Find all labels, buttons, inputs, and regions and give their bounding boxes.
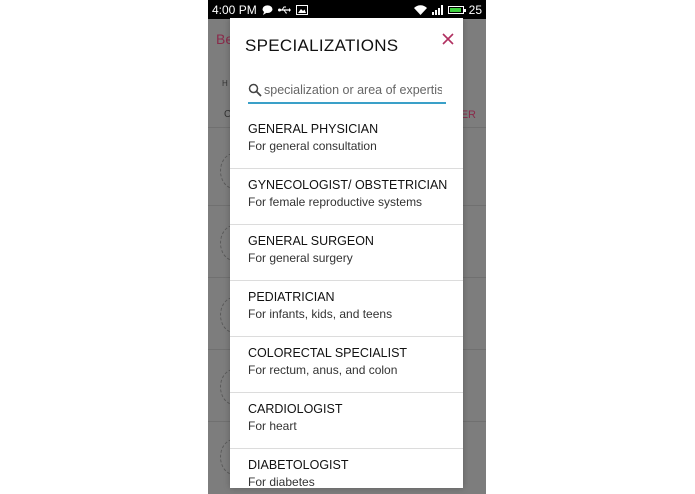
- image-icon: [295, 4, 308, 15]
- list-item[interactable]: COLORECTAL SPECIALIST For rectum, anus, …: [230, 337, 463, 393]
- list-item[interactable]: GENERAL SURGEON For general surgery: [230, 225, 463, 281]
- close-button[interactable]: [439, 30, 457, 48]
- list-item[interactable]: DIABETOLOGIST For diabetes: [230, 449, 463, 488]
- item-subtitle: For rectum, anus, and colon: [248, 363, 398, 377]
- background-right-text: ER: [460, 109, 476, 121]
- battery-icon: [447, 5, 466, 14]
- item-title: PEDIATRICIAN: [248, 290, 335, 304]
- close-icon: [442, 33, 454, 45]
- list-item[interactable]: GYNECOLOGIST/ OBSTETRICIAN For female re…: [230, 169, 463, 225]
- item-subtitle: For diabetes: [248, 475, 315, 488]
- usb-icon: [277, 5, 291, 15]
- status-time: 4:00 PM: [212, 2, 257, 17]
- specialization-list: GENERAL PHYSICIAN For general consultati…: [230, 113, 463, 488]
- wifi-icon: [413, 4, 427, 15]
- item-subtitle: For general surgery: [248, 251, 353, 265]
- item-subtitle: For infants, kids, and teens: [248, 307, 393, 321]
- status-bar: 4:00 PM 25: [208, 0, 486, 19]
- search-icon: [248, 83, 262, 97]
- dialog-title: SPECIALIZATIONS: [245, 36, 399, 55]
- item-title: GENERAL PHYSICIAN: [248, 122, 379, 136]
- item-title: COLORECTAL SPECIALIST: [248, 346, 408, 360]
- item-subtitle: For general consultation: [248, 139, 377, 153]
- signal-icon: [431, 4, 443, 15]
- search-input[interactable]: [264, 83, 442, 97]
- battery-level: 25: [468, 2, 482, 17]
- item-title: CARDIOLOGIST: [248, 402, 343, 416]
- item-subtitle: For female reproductive systems: [248, 195, 423, 209]
- list-item[interactable]: CARDIOLOGIST For heart: [230, 393, 463, 449]
- list-item[interactable]: PEDIATRICIAN For infants, kids, and teen…: [230, 281, 463, 337]
- item-title: GYNECOLOGIST/ OBSTETRICIAN: [248, 178, 448, 192]
- search-box: [248, 78, 446, 104]
- item-subtitle: For heart: [248, 419, 297, 433]
- chat-icon: [262, 4, 273, 15]
- specializations-dialog: SPECIALIZATIONS GENERAL PHYSICIAN For ge…: [230, 18, 463, 488]
- item-title: GENERAL SURGEON: [248, 234, 374, 248]
- list-item[interactable]: GENERAL PHYSICIAN For general consultati…: [230, 113, 463, 169]
- item-title: DIABETOLOGIST: [248, 458, 349, 472]
- background-tab: H: [222, 79, 228, 88]
